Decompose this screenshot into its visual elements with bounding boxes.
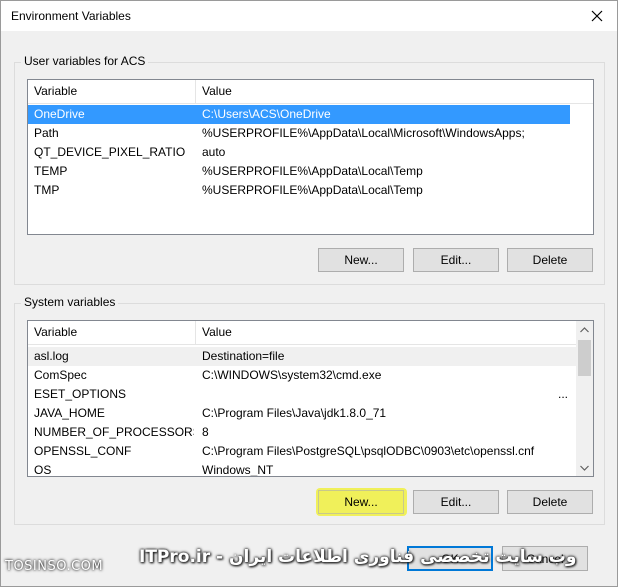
variable-cell: OneDrive: [34, 107, 85, 121]
value-cell: 8: [202, 425, 209, 439]
table-row[interactable]: asl.log Destination=file: [28, 347, 576, 366]
user-variables-label: User variables for ACS: [21, 54, 149, 68]
table-row[interactable]: OneDrive C:\Users\ACS\OneDrive: [28, 105, 570, 124]
value-cell: %USERPROFILE%\AppData\Local\Temp: [202, 183, 423, 197]
column-header-value[interactable]: Value: [196, 321, 578, 344]
value-cell: %USERPROFILE%\AppData\Local\Microsoft\Wi…: [202, 126, 525, 140]
user-variables-header: Variable Value: [28, 80, 593, 104]
variable-cell: TMP: [34, 183, 60, 197]
variable-cell: QT_DEVICE_PIXEL_RATIO: [34, 145, 186, 159]
system-variables-group: System variables Variable Value asl.log D…: [14, 295, 605, 525]
scroll-up-button[interactable]: [576, 321, 593, 338]
user-delete-button[interactable]: Delete: [507, 248, 593, 272]
variable-cell: ESET_OPTIONS: [34, 387, 127, 401]
close-icon: [591, 10, 603, 22]
variable-cell: NUMBER_OF_PROCESSORS: [34, 425, 194, 439]
column-header-value[interactable]: Value: [196, 80, 593, 103]
variable-cell: Path: [34, 126, 59, 140]
table-row[interactable]: ESET_OPTIONS...: [28, 385, 576, 404]
table-row[interactable]: TMP %USERPROFILE%\AppData\Local\Temp: [28, 181, 570, 200]
value-cell: %USERPROFILE%\AppData\Local\Temp: [202, 164, 423, 178]
variable-cell: TEMP: [34, 164, 68, 178]
value-ellipsis: ...: [557, 387, 568, 401]
scroll-thumb[interactable]: [578, 340, 591, 376]
chevron-up-icon: [580, 326, 589, 332]
title-bar: Environment Variables: [1, 1, 617, 31]
table-row[interactable]: QT_DEVICE_PIXEL_RATIO auto: [28, 143, 570, 162]
variable-cell: asl.log: [34, 349, 69, 363]
watermark-right: وب سایت تخصصی فناوری اطلاعات ایران - ITP…: [139, 547, 577, 567]
table-row[interactable]: OPENSSL_CONF C:\Program Files\PostgreSQL\…: [28, 442, 576, 461]
column-header-variable[interactable]: Variable: [28, 80, 196, 103]
value-cell: C:\Program Files\PostgreSQL\psqlODBC\090…: [202, 444, 535, 458]
table-row[interactable]: OS Windows_NT: [28, 461, 576, 477]
chevron-down-icon: [580, 465, 589, 471]
system-new-button[interactable]: New...: [318, 490, 404, 514]
close-button[interactable]: [583, 3, 611, 29]
table-row[interactable]: NUMBER_OF_PROCESSORS 8: [28, 423, 576, 442]
watermark-left: TOSINSO.COM: [5, 559, 104, 574]
value-cell: Destination=file: [202, 349, 285, 363]
value-cell: Windows_NT: [202, 463, 274, 477]
variable-cell: JAVA_HOME: [34, 406, 105, 420]
variable-cell: OPENSSL_CONF: [34, 444, 132, 458]
system-variables-header: Variable Value: [28, 321, 576, 345]
user-edit-button[interactable]: Edit...: [413, 248, 499, 272]
table-row[interactable]: JAVA_HOME C:\Program Files\Java\jdk1.8.0_…: [28, 404, 576, 423]
user-variables-group: User variables for ACS Variable Value On…: [14, 54, 605, 285]
column-header-variable[interactable]: Variable: [28, 321, 196, 344]
window-title: Environment Variables: [11, 9, 131, 23]
system-variables-scrollbar[interactable]: [576, 321, 593, 476]
variable-cell: ComSpec: [34, 368, 87, 382]
variable-cell: OS: [34, 463, 52, 477]
environment-variables-dialog: Environment Variables User variables for…: [0, 0, 618, 587]
table-row[interactable]: TEMP %USERPROFILE%\AppData\Local\Temp: [28, 162, 570, 181]
system-variables-label: System variables: [21, 295, 119, 309]
system-variables-list[interactable]: Variable Value asl.log Destination=file Co…: [27, 320, 594, 477]
scroll-down-button[interactable]: [576, 459, 593, 476]
system-delete-button[interactable]: Delete: [507, 490, 593, 514]
system-edit-button[interactable]: Edit...: [413, 490, 499, 514]
user-new-button[interactable]: New...: [318, 248, 404, 272]
value-cell: C:\Users\ACS\OneDrive: [202, 107, 331, 121]
value-cell: C:\Program Files\Java\jdk1.8.0_71: [202, 406, 387, 420]
table-row[interactable]: ComSpec C:\WINDOWS\system32\cmd.exe: [28, 366, 576, 385]
value-cell: C:\WINDOWS\system32\cmd.exe: [202, 368, 382, 382]
table-row[interactable]: Path %USERPROFILE%\AppData\Local\Microsof…: [28, 124, 570, 143]
value-cell: auto: [202, 145, 226, 159]
user-variables-list[interactable]: Variable Value OneDrive C:\Users\ACS\OneD…: [27, 79, 594, 235]
